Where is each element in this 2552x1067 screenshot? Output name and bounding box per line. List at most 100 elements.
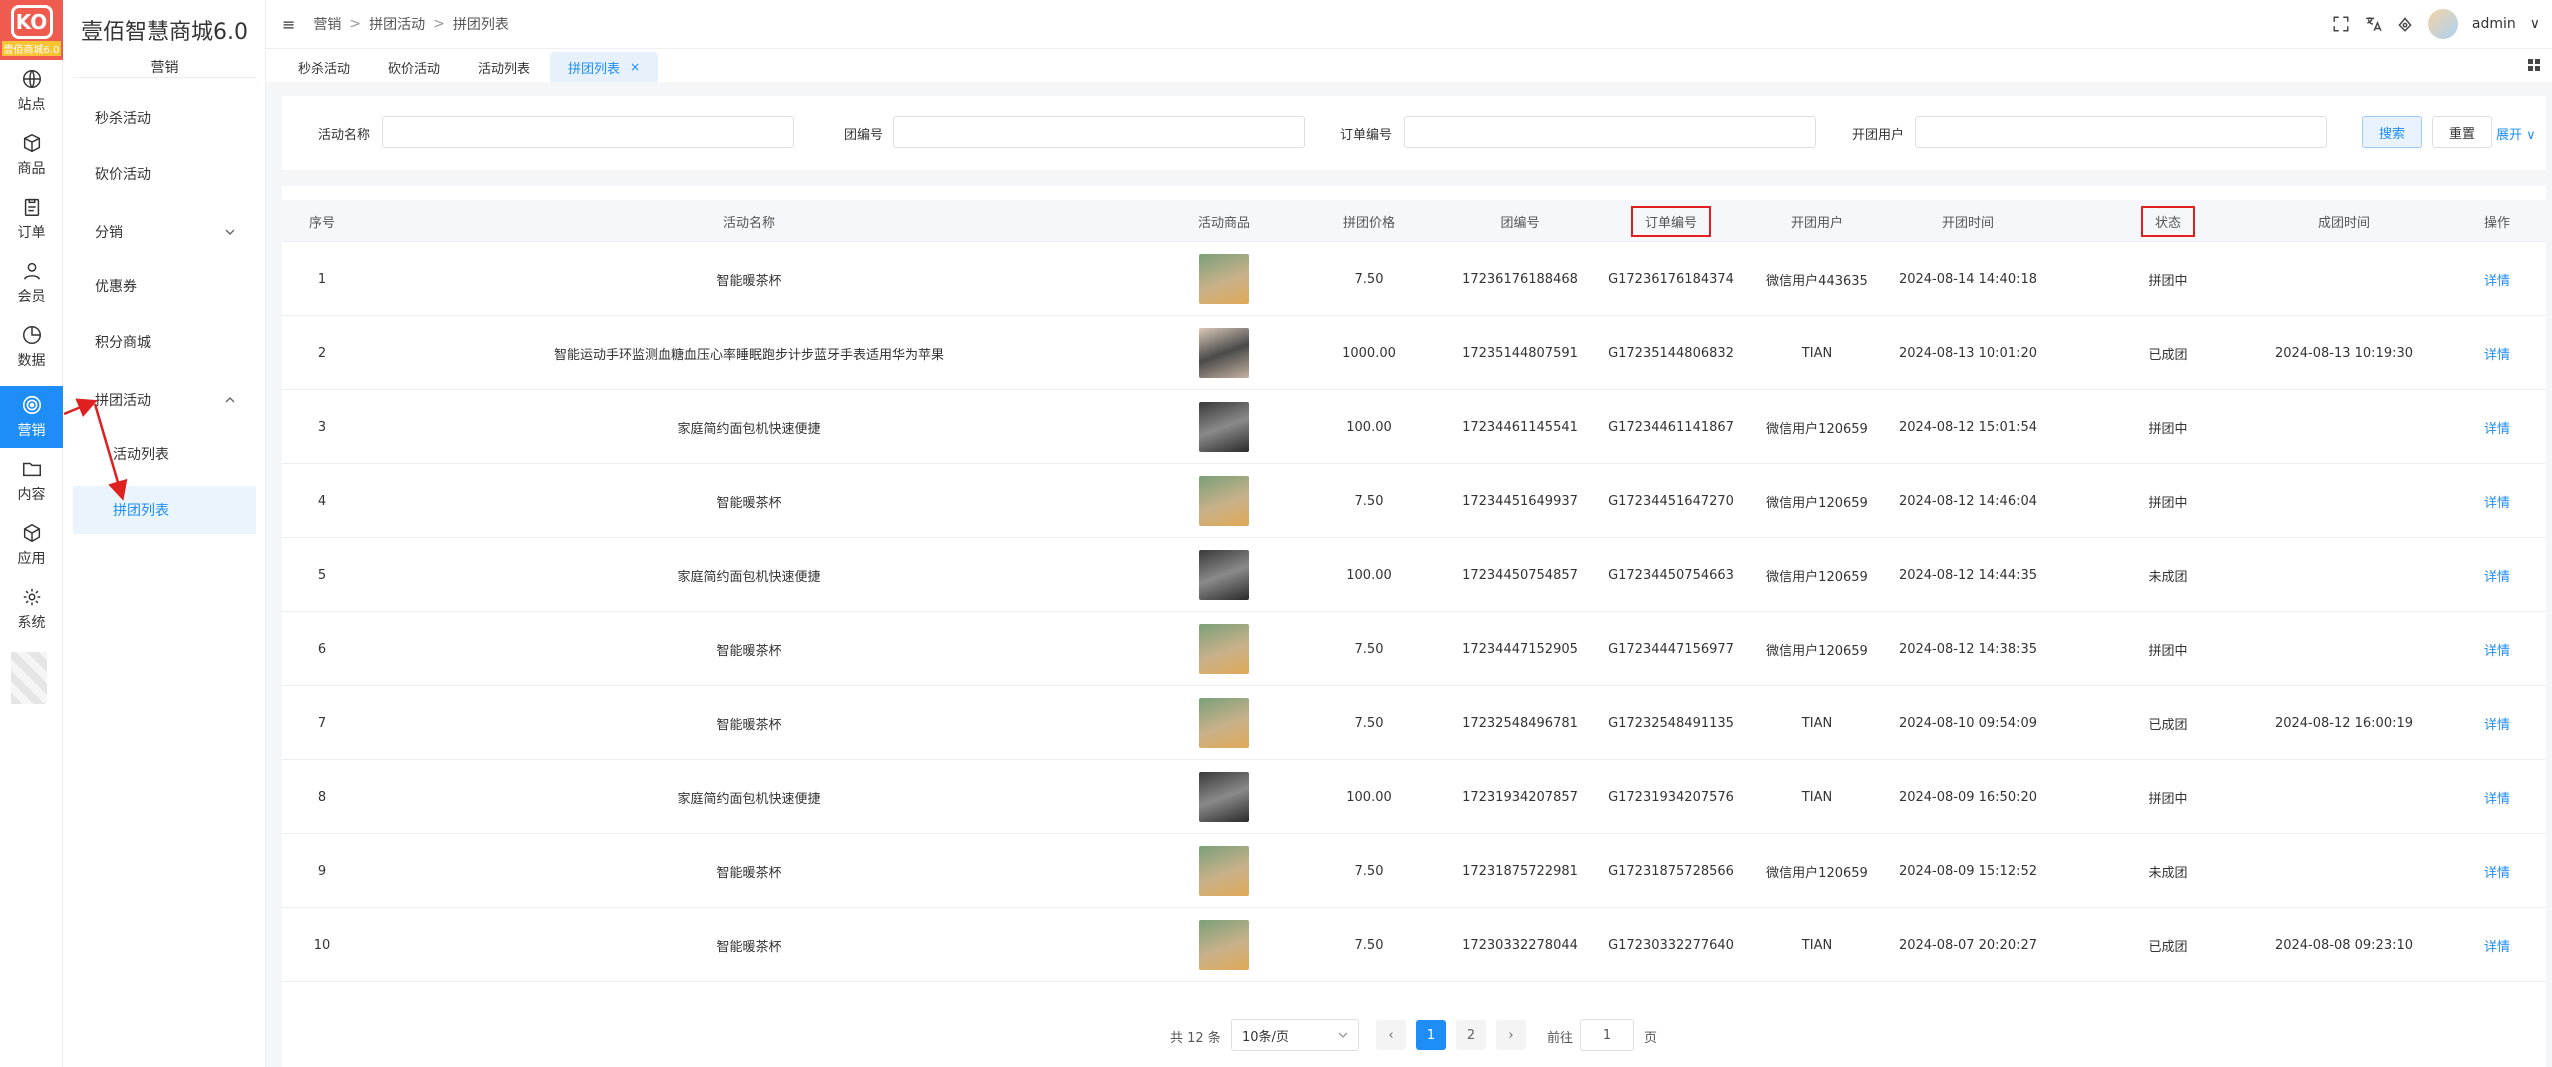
chevron-down-icon <box>1338 1032 1348 1038</box>
rail-item-marketing[interactable]: 营销 <box>0 386 63 448</box>
product-cell <box>1174 390 1274 464</box>
cell-name: 智能暖茶杯 <box>716 865 782 881</box>
sidebar-item-label: 秒杀活动 <box>95 111 151 127</box>
product-thumbnail[interactable] <box>1199 402 1249 452</box>
product-thumbnail[interactable] <box>1199 254 1249 304</box>
product-thumbnail[interactable] <box>1199 846 1249 896</box>
logo-subtitle: 壹佰商城6.0 <box>1 40 62 56</box>
rail-item-data[interactable]: 数据 <box>0 316 63 378</box>
sidebar-item-label: 砍价活动 <box>95 167 151 183</box>
sidebar-item-coupon[interactable]: 优惠券 <box>73 262 256 310</box>
page-button[interactable]: 2 <box>1456 1020 1486 1050</box>
goto-page-input[interactable]: 1 <box>1580 1019 1634 1051</box>
cell-order-no: G17234447156977 <box>1608 641 1734 657</box>
detail-link[interactable]: 详情 <box>2484 862 2510 881</box>
cell-status: 未成团 <box>2148 865 2188 881</box>
detail-link[interactable]: 详情 <box>2484 640 2510 659</box>
activity-name-input[interactable] <box>382 116 794 148</box>
expand-toggle[interactable]: 展开 ∨ <box>2496 124 2536 143</box>
theme-icon[interactable] <box>2396 15 2414 33</box>
sidebar-item-label: 分销 <box>95 225 123 241</box>
cell-open-time: 2024-08-13 10:01:20 <box>1898 345 2038 361</box>
rail-item-system[interactable]: 系统 <box>0 578 63 640</box>
search-button-label: 搜索 <box>2379 126 2406 142</box>
breadcrumb-separator: > <box>433 16 445 32</box>
rail-item-apps[interactable]: 应用 <box>0 514 63 576</box>
order-no-input[interactable] <box>1404 116 1816 148</box>
reset-button[interactable]: 重置 <box>2432 116 2493 148</box>
menu-toggle-icon[interactable]: ≡ <box>282 15 295 34</box>
cell-open-time: 2024-08-12 15:01:54 <box>1898 419 2038 435</box>
cell-status: 拼团中 <box>2148 643 2188 659</box>
detail-link[interactable]: 详情 <box>2484 936 2510 955</box>
group-no-input[interactable] <box>893 116 1305 148</box>
cell-user: 微信用户120659 <box>1766 495 1868 511</box>
next-page-button[interactable]: › <box>1496 1020 1526 1050</box>
app-logo[interactable]: KO 壹佰商城6.0 <box>0 0 63 60</box>
sidebar-item-activity-list[interactable]: 活动列表 <box>73 430 256 478</box>
goto-page-value: 1 <box>1602 1027 1612 1043</box>
detail-link[interactable]: 详情 <box>2484 418 2510 437</box>
page-button[interactable]: 1 <box>1416 1020 1446 1050</box>
translate-icon[interactable] <box>2364 15 2382 33</box>
product-cell <box>1174 242 1274 316</box>
cell-open-time: 2024-08-14 14:40:18 <box>1898 271 2038 287</box>
product-thumbnail[interactable] <box>1199 698 1249 748</box>
prev-page-button[interactable]: ‹ <box>1376 1020 1406 1050</box>
tab-activity-list[interactable]: 活动列表 <box>460 52 548 82</box>
table-row: 4 智能暖茶杯 7.50 17234451649937 G17234451647270 微… <box>282 464 2546 538</box>
sidebar-item-distribution[interactable]: 分销 <box>73 208 256 256</box>
user-name[interactable]: admin <box>2472 16 2516 32</box>
gear-icon <box>23 588 40 606</box>
close-icon[interactable]: × <box>630 60 640 74</box>
sidebar-item-group-list[interactable]: 拼团列表 <box>73 486 256 534</box>
sidebar-item-bargain[interactable]: 砍价活动 <box>73 150 256 198</box>
breadcrumb-item[interactable]: 拼团活动 <box>369 14 425 34</box>
top-bar: ≡ 营销 > 拼团活动 > 拼团列表 admin ∨ <box>266 0 2552 48</box>
cell-group-no: 17235144807591 <box>1462 345 1578 361</box>
cell-price: 7.50 <box>1354 937 1384 953</box>
detail-link[interactable]: 详情 <box>2484 566 2510 585</box>
product-thumbnail[interactable] <box>1199 328 1249 378</box>
cell-done-time <box>2244 390 2444 464</box>
leader-input[interactable] <box>1915 116 2327 148</box>
detail-link[interactable]: 详情 <box>2484 714 2510 733</box>
sidebar-item-seckill[interactable]: 秒杀活动 <box>73 94 256 142</box>
rail-item-orders[interactable]: 订单 <box>0 188 63 250</box>
cell-name: 智能暖茶杯 <box>716 495 782 511</box>
detail-link[interactable]: 详情 <box>2484 270 2510 289</box>
user-chevron-icon[interactable]: ∨ <box>2530 16 2540 32</box>
product-thumbnail[interactable] <box>1199 624 1249 674</box>
tab-seckill[interactable]: 秒杀活动 <box>280 52 368 82</box>
grid-menu-icon[interactable] <box>2526 57 2542 73</box>
product-thumbnail[interactable] <box>1199 772 1249 822</box>
search-button[interactable]: 搜索 <box>2362 116 2423 148</box>
product-thumbnail[interactable] <box>1199 550 1249 600</box>
rail-item-goods[interactable]: 商品 <box>0 124 63 186</box>
cell-user: 微信用户120659 <box>1766 643 1868 659</box>
rail-item-members[interactable]: 会员 <box>0 252 63 314</box>
page-size-select[interactable]: 10条/页 <box>1231 1019 1359 1051</box>
user-icon <box>23 262 40 280</box>
sidebar-item-points-mall[interactable]: 积分商城 <box>73 318 256 366</box>
detail-link[interactable]: 详情 <box>2484 788 2510 807</box>
avatar[interactable] <box>2427 9 2458 39</box>
cell-done-time <box>2244 612 2444 686</box>
cell-group-no: 17232548496781 <box>1462 715 1578 731</box>
product-thumbnail[interactable] <box>1199 920 1249 970</box>
sidebar-item-group-buy[interactable]: 拼团活动 <box>73 376 256 424</box>
breadcrumb-item[interactable]: 营销 <box>313 14 341 34</box>
fullscreen-icon[interactable] <box>2332 15 2350 33</box>
cell-status: 拼团中 <box>2148 791 2188 807</box>
rail-item-site[interactable]: 站点 <box>0 60 63 122</box>
sidebar-item-label: 拼团活动 <box>95 393 151 409</box>
detail-link[interactable]: 详情 <box>2484 492 2510 511</box>
detail-link[interactable]: 详情 <box>2484 344 2510 363</box>
product-thumbnail[interactable] <box>1199 476 1249 526</box>
cell-open-time: 2024-08-09 16:50:20 <box>1898 789 2038 805</box>
product-cell <box>1174 834 1274 908</box>
sidebar-item-label: 拼团列表 <box>113 503 169 519</box>
rail-item-content[interactable]: 内容 <box>0 450 63 512</box>
tab-bargain[interactable]: 砍价活动 <box>370 52 458 82</box>
tab-group-list[interactable]: 拼团列表 × <box>550 52 659 82</box>
